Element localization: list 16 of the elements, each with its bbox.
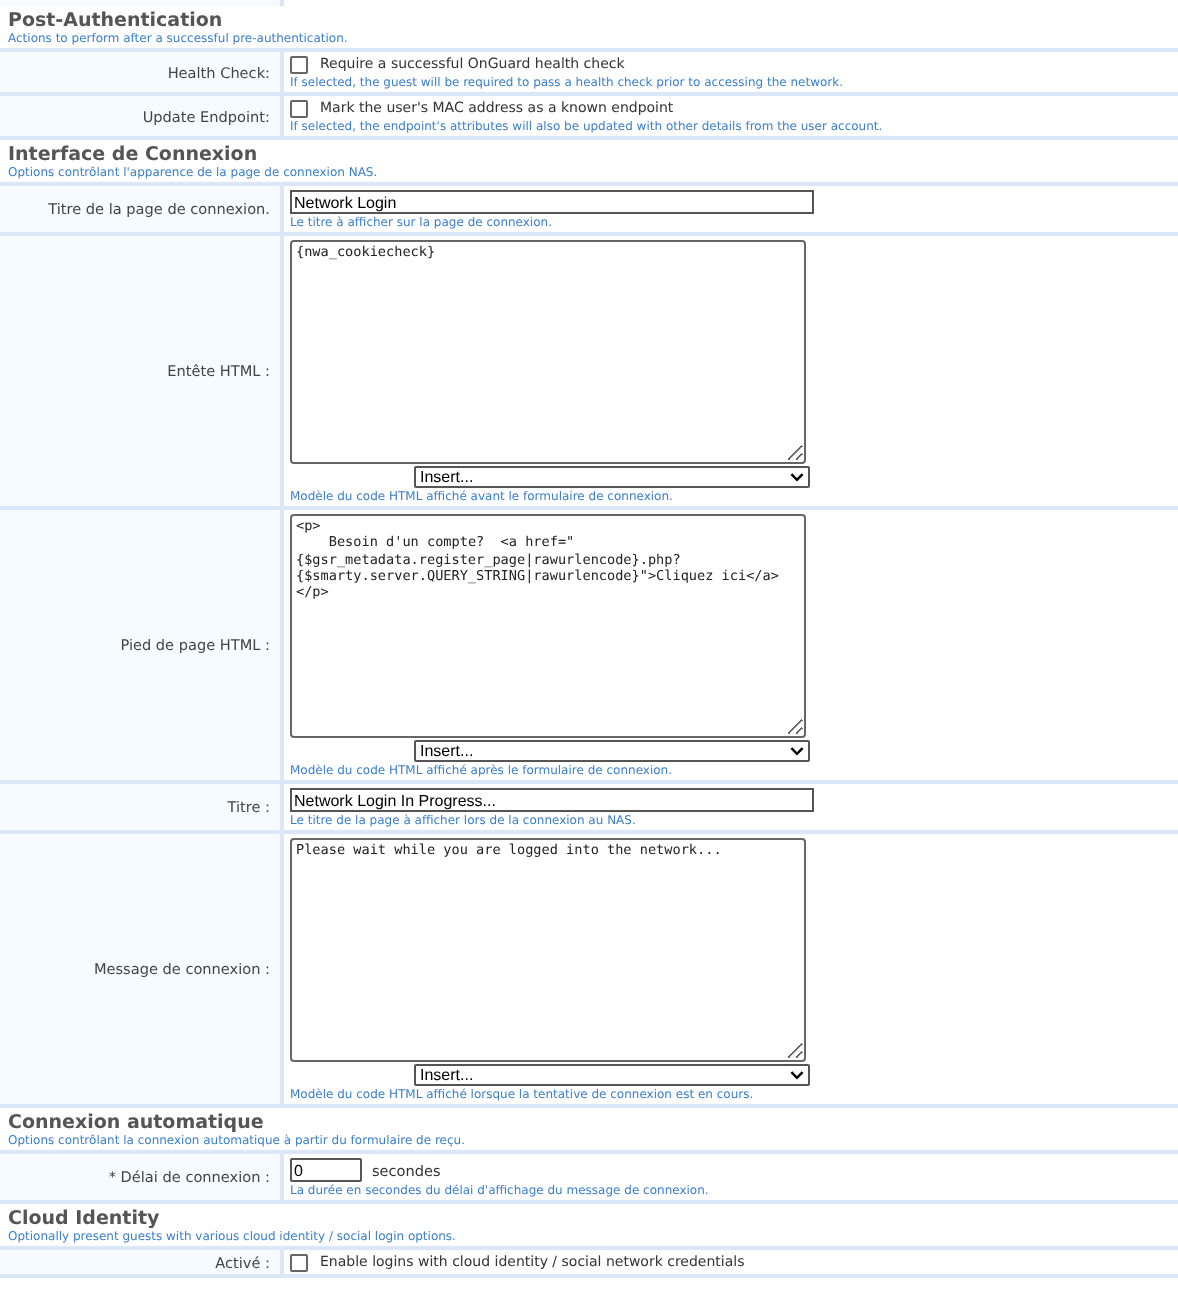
section-title: Interface de Connexion <box>8 144 260 166</box>
text-field[interactable]: Network Login In Progress... <box>290 788 814 812</box>
text-field[interactable]: Network Login <box>290 190 814 214</box>
chevron-down-icon <box>790 746 804 756</box>
checkbox[interactable] <box>290 56 308 74</box>
section-title: Post-Authentication <box>8 10 225 32</box>
checkbox[interactable] <box>290 100 308 118</box>
chevron-down-icon <box>790 1070 804 1080</box>
insert-dropdown[interactable]: Insert... <box>414 1064 810 1086</box>
section-title: Connexion automatique <box>8 1112 266 1134</box>
number-field[interactable]: 0 <box>290 1158 362 1182</box>
chevron-down-icon <box>790 472 804 482</box>
insert-dropdown[interactable]: Insert... <box>414 740 810 762</box>
checkbox[interactable] <box>290 1254 308 1272</box>
section-title: Cloud Identity <box>8 1208 162 1230</box>
insert-dropdown[interactable]: Insert... <box>414 466 810 488</box>
